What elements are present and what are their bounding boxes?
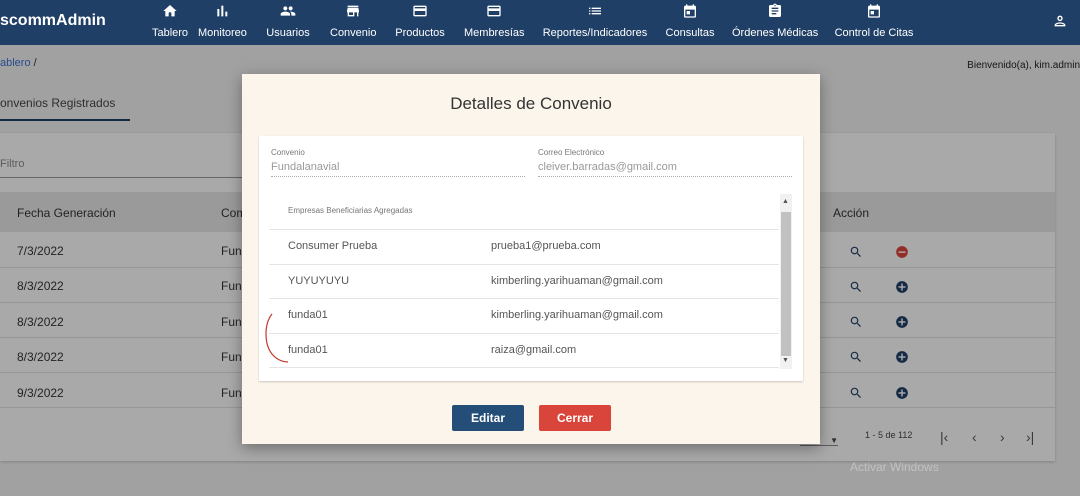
- os-watermark: Activar Windows: [850, 460, 939, 474]
- nav-item-usuarios[interactable]: Usuarios: [266, 0, 310, 45]
- list-item: funda01 kimberling.yarihuaman@gmail.com: [269, 298, 779, 333]
- calendar-icon: [664, 0, 716, 24]
- card-icon: [464, 0, 524, 24]
- user-account-icon[interactable]: [1052, 13, 1068, 29]
- nav-item-tablero[interactable]: Tablero: [150, 0, 190, 45]
- convenio-field[interactable]: Convenio Fundalanavial: [271, 148, 525, 177]
- nav-item-reportes[interactable]: Reportes/Indicadores: [542, 0, 648, 45]
- company-name: YUYUYUYU: [288, 275, 350, 287]
- convenio-label: Convenio: [271, 148, 305, 157]
- nav-item-label: Productos: [395, 27, 445, 39]
- nav-item-label: Control de Citas: [834, 27, 914, 39]
- nav-item-label: Tablero: [151, 27, 189, 39]
- nav-item-label: Membresías: [464, 27, 525, 39]
- nav-item-ordenes-medicas[interactable]: Órdenes Médicas: [732, 0, 818, 45]
- card-icon: [394, 0, 446, 24]
- convenio-value[interactable]: Fundalanavial: [271, 161, 525, 177]
- dialog-title: Detalles de Convenio: [450, 94, 612, 113]
- home-icon: [150, 0, 190, 24]
- nav-item-convenio[interactable]: Convenio: [330, 0, 376, 45]
- nav-item-membresias[interactable]: Membresías: [464, 0, 525, 45]
- company-name: Consumer Prueba: [288, 240, 378, 252]
- email-label: Correo Electrónico: [538, 148, 605, 157]
- top-navbar: scommAdmin Tablero Monitoreo Usuarios Co…: [0, 0, 1080, 45]
- close-button[interactable]: Cerrar: [539, 405, 611, 431]
- email-field[interactable]: Correo Electrónico cleiver.barradas@gmai…: [538, 148, 792, 177]
- red-pen-annotation: [265, 313, 289, 363]
- nav-item-label: Órdenes Médicas: [732, 27, 819, 39]
- email-value[interactable]: cleiver.barradas@gmail.com: [538, 161, 792, 177]
- nav-item-label: Usuarios: [266, 27, 310, 39]
- nav-item-control-citas[interactable]: Control de Citas: [834, 0, 914, 45]
- nav-item-label: Consultas: [665, 27, 715, 39]
- list-item: Consumer Prueba prueba1@prueba.com: [269, 229, 779, 264]
- convenio-details-dialog: Detalles de Convenio Convenio Fundalanav…: [242, 74, 820, 444]
- list-header: Empresas Beneficiarias Agregadas: [288, 206, 413, 215]
- nav-item-monitoreo[interactable]: Monitoreo: [198, 0, 247, 45]
- scroll-down-arrow-icon[interactable]: ▼: [782, 357, 789, 364]
- list-item: funda01 raiza@gmail.com: [269, 333, 779, 368]
- company-email: kimberling.yarihuaman@gmail.com: [491, 309, 663, 321]
- nav-item-label: Convenio: [330, 27, 377, 39]
- company-email: kimberling.yarihuaman@gmail.com: [491, 275, 663, 287]
- company-email: raiza@gmail.com: [491, 344, 577, 356]
- list-icon: [542, 0, 648, 24]
- store-icon: [330, 0, 376, 24]
- edit-button[interactable]: Editar: [452, 405, 524, 431]
- people-icon: [266, 0, 310, 24]
- details-panel: Convenio Fundalanavial Correo Electrónic…: [259, 136, 803, 381]
- bar-chart-icon: [198, 0, 246, 24]
- calendar-icon: [834, 0, 914, 24]
- beneficiary-list[interactable]: Empresas Beneficiarias Agregadas Consume…: [269, 194, 792, 369]
- nav-item-productos[interactable]: Productos: [394, 0, 446, 45]
- list-item: YUYUYUYU kimberling.yarihuaman@gmail.com: [269, 264, 779, 299]
- list-scrollbar[interactable]: ▲ ▼: [780, 194, 792, 369]
- app-brand[interactable]: scommAdmin: [0, 12, 106, 30]
- nav-item-label: Monitoreo: [198, 27, 247, 39]
- scroll-up-arrow-icon[interactable]: ▲: [782, 198, 789, 205]
- scroll-thumb[interactable]: [781, 212, 791, 356]
- clipboard-icon: [732, 0, 818, 24]
- company-name: funda01: [288, 309, 328, 321]
- nav-item-label: Reportes/Indicadores: [542, 27, 648, 39]
- nav-item-consultas[interactable]: Consultas: [664, 0, 716, 45]
- company-name: funda01: [288, 344, 328, 356]
- company-email: prueba1@prueba.com: [491, 240, 601, 252]
